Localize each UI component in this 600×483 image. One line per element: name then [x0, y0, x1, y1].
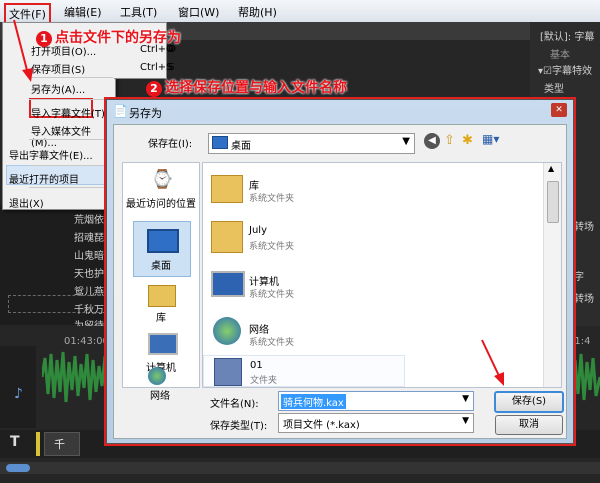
menu-item-import-subtitle[interactable]: 导入字幕文件(T)...	[31, 105, 114, 120]
panel-header: [默认]: 字幕	[540, 32, 595, 43]
folder-icon	[214, 358, 242, 386]
list-item[interactable]: 01 文件夹	[203, 355, 405, 387]
place-library[interactable]: 库	[123, 309, 199, 324]
filetype-label: 保存类型(T):	[210, 421, 268, 432]
save-in-label: 保存在(I):	[148, 139, 193, 150]
chevron-down-icon[interactable]: ▼	[462, 416, 469, 426]
panel-tab-basic[interactable]: 基本	[550, 46, 570, 61]
dialog-title: 另存为	[129, 107, 162, 120]
user-folder-icon	[211, 221, 243, 253]
save-in-combo[interactable]: 桌面 ▼	[208, 133, 415, 154]
place-desktop[interactable]: 桌面	[123, 257, 199, 272]
menu-tools[interactable]: 工具(T)	[120, 4, 157, 20]
panel-row-type: 类型	[544, 84, 564, 95]
file-type: 系统文件夹	[249, 338, 295, 348]
filetype-value: 项目文件 (*.kax)	[283, 420, 360, 431]
file-name: 计算机	[249, 277, 279, 288]
up-folder-icon[interactable]: ⇧	[444, 133, 455, 148]
close-icon[interactable]: ✕	[551, 103, 567, 117]
scroll-thumb[interactable]	[547, 181, 559, 223]
zoom-slider[interactable]	[6, 464, 30, 472]
filename-label: 文件名(N):	[210, 399, 259, 410]
step2-text: 选择保存位置与输入文件名称	[165, 80, 347, 96]
save-button[interactable]: 保存(S)	[494, 391, 564, 413]
file-type: 文件夹	[250, 376, 278, 386]
subtitle-effect-checkbox[interactable]: ▾☑字幕特效	[538, 62, 592, 77]
menu-separator	[29, 99, 113, 100]
menu-edit[interactable]: 编辑(E)	[64, 4, 102, 20]
panel-row-transition: 转场	[574, 222, 594, 233]
step1-number: 1	[36, 31, 52, 47]
list-item[interactable]: 库 系统文件夹	[203, 169, 523, 213]
place-recent[interactable]: 最近访问的位置	[123, 195, 199, 210]
menu-bar: 文件(F) 编辑(E) 工具(T) 窗口(W) 帮助(H)	[0, 0, 600, 25]
menu-item-recent-projects[interactable]: 最近打开的项目	[9, 171, 79, 186]
filename-input[interactable]: 骑兵何物.kax ▼	[278, 391, 474, 411]
panel-row-char: 字	[574, 272, 584, 283]
computer-icon	[148, 333, 178, 355]
file-type: 系统文件夹	[249, 290, 295, 300]
place-network[interactable]: 网络	[122, 387, 198, 402]
menu-separator	[29, 165, 113, 166]
dialog-icon: 📄	[113, 104, 128, 118]
menu-help[interactable]: 帮助(H)	[238, 4, 277, 20]
menu-item-import-media[interactable]: 导入媒体文件(M)...	[31, 123, 115, 149]
menu-separator	[29, 139, 113, 140]
desktop-icon	[147, 229, 179, 253]
list-item[interactable]: 计算机 系统文件夹	[203, 265, 523, 309]
panel-row-transition-2: 转场	[574, 294, 594, 305]
scroll-up-icon[interactable]: ▲	[548, 164, 554, 173]
dialog-body: 保存在(I): 桌面 ▼ ◀ ⇧ ✱ ▦▾ ⌚ 最近访问的位置 桌面 库 计算机…	[113, 124, 567, 439]
save-as-dialog: 📄 另存为 保存在(I): 桌面 ▼ ◀ ⇧ ✱ ▦▾ ⌚ 最近访问的位置 桌面…	[106, 99, 574, 444]
chevron-down-icon[interactable]: ▼	[462, 394, 469, 404]
file-name: 01	[250, 360, 263, 371]
library-icon	[211, 175, 243, 203]
annotation-arrow	[13, 19, 33, 82]
desktop-icon	[212, 136, 228, 149]
menu-window[interactable]: 窗口(W)	[178, 4, 219, 20]
computer-icon	[211, 271, 245, 297]
chevron-down-icon[interactable]: ▼	[402, 136, 410, 147]
annotation-arrow	[481, 339, 504, 386]
filename-value: 骑兵何物.kax	[281, 394, 346, 409]
menu-separator	[29, 187, 113, 188]
recent-places-icon: ⌚	[151, 169, 174, 190]
step2-number: 2	[146, 81, 162, 97]
library-icon	[148, 285, 176, 307]
network-icon	[213, 317, 241, 345]
filetype-select[interactable]: 项目文件 (*.kax) ▼	[278, 413, 474, 433]
list-item[interactable]: 网络 系统文件夹	[203, 313, 523, 357]
text-track-icon: T	[10, 434, 20, 450]
file-type: 系统文件夹	[249, 242, 295, 252]
menu-item-exit[interactable]: 退出(X)	[9, 195, 44, 210]
file-name: July	[249, 225, 267, 236]
places-bar: ⌚ 最近访问的位置 桌面 库 计算机	[122, 162, 200, 388]
menu-item-export-subtitle[interactable]: 导出字幕文件(E)...	[9, 147, 93, 162]
file-type: 系统文件夹	[249, 194, 295, 204]
playhead-marker[interactable]	[36, 432, 40, 456]
file-name: 库	[249, 181, 259, 192]
save-in-value: 桌面	[231, 141, 251, 152]
view-menu-icon[interactable]: ▦▾	[482, 132, 499, 146]
network-icon	[148, 367, 166, 385]
shortcut-save-label: Ctrl+S	[140, 62, 173, 73]
file-list-scrollbar[interactable]: ▲	[543, 163, 561, 387]
menu-separator	[29, 77, 113, 78]
step1-text: 点击文件下的另存为	[55, 30, 181, 46]
audio-note-icon: ♪	[14, 386, 23, 402]
file-name: 网络	[249, 325, 269, 336]
cancel-button[interactable]: 取消	[495, 415, 563, 435]
step1-callout: 1 点击文件下的另存为	[36, 27, 181, 47]
subtitle-clip-label: 千	[54, 438, 65, 451]
list-item[interactable]: July 系统文件夹	[203, 217, 523, 261]
step2-callout: 2 选择保存位置与输入文件名称	[146, 77, 347, 97]
new-folder-icon[interactable]: ✱	[462, 133, 473, 148]
timeline-scrollbar[interactable]	[0, 462, 600, 474]
back-icon[interactable]: ◀	[424, 133, 440, 149]
